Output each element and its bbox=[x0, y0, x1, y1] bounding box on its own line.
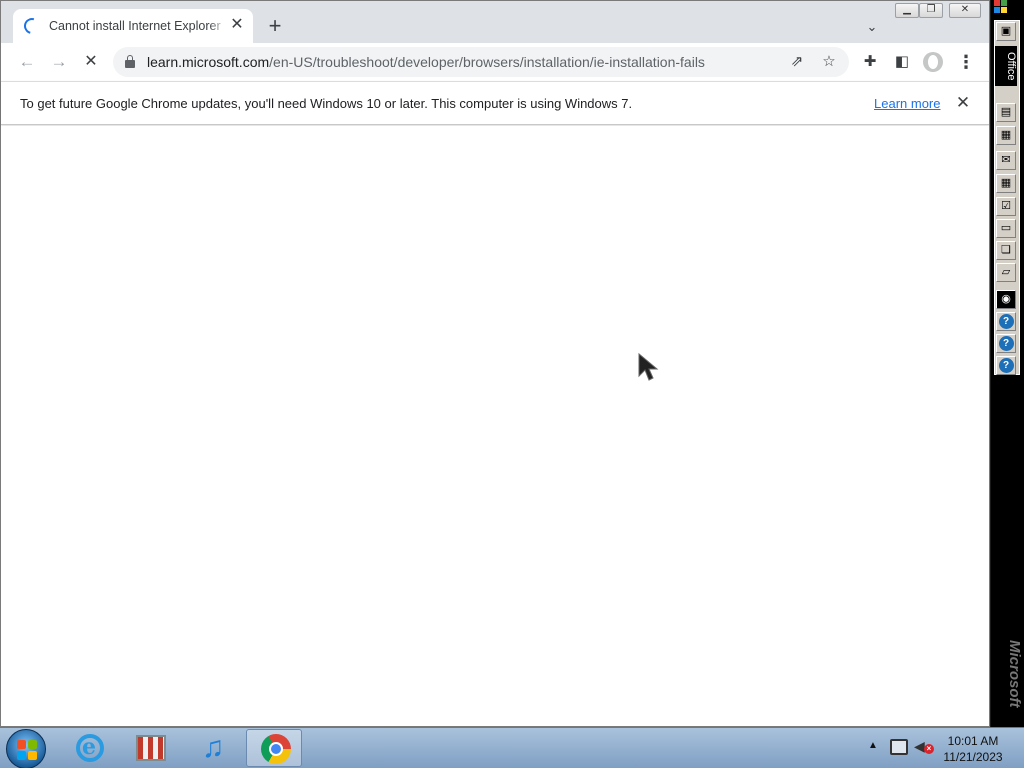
taskbar-google-chrome[interactable] bbox=[246, 729, 302, 767]
tab-active[interactable]: Cannot install Internet Explorer 11 ✕ bbox=[13, 9, 253, 43]
taskbar: ♫ ▲ ◀× 10:01 AM 11/21/2023 bbox=[0, 727, 1024, 768]
tab-strip: Cannot install Internet Explorer 11 ✕ + … bbox=[1, 1, 989, 43]
learn-more-link[interactable]: Learn more bbox=[874, 96, 940, 111]
stop-loading-icon[interactable]: ✕ bbox=[79, 51, 103, 73]
help-icon[interactable]: ? bbox=[996, 356, 1016, 375]
office-label: Office bbox=[995, 46, 1017, 86]
windows-logo-icon bbox=[17, 740, 37, 760]
browser-toolbar: ← → ✕ learn.microsoft.com/en-US/troubles… bbox=[1, 43, 989, 81]
help-icon[interactable]: ? bbox=[996, 334, 1016, 353]
open-document-icon[interactable]: ▦ bbox=[996, 126, 1016, 145]
share-icon[interactable]: ⇗ bbox=[787, 52, 807, 72]
url-path: /en-US/troubleshoot/developer/browsers/i… bbox=[269, 54, 705, 70]
loading-spinner-icon bbox=[21, 15, 43, 37]
clock-time: 10:01 AM bbox=[947, 734, 999, 748]
forward-arrow-icon[interactable]: → bbox=[47, 51, 71, 73]
office-menu-icon[interactable]: ▣ bbox=[996, 22, 1016, 41]
system-clock[interactable]: 10:01 AM 11/21/2023 bbox=[940, 733, 1006, 765]
office-logo-icon bbox=[994, 0, 1008, 14]
update-infobar: To get future Google Chrome updates, you… bbox=[1, 81, 989, 125]
chrome-icon bbox=[261, 734, 291, 764]
more-menu-icon[interactable]: ⋮ bbox=[955, 51, 977, 73]
task-icon[interactable]: ☑ bbox=[996, 197, 1016, 216]
journal-icon[interactable]: ❏ bbox=[996, 241, 1016, 260]
infobar-close-icon[interactable]: ✕ bbox=[953, 93, 973, 113]
office-shortcut-bar: ▣ Office ▤ ▦ ✉ ▦ ☑ ▭ ❏ ▱ ◉ ? ? ? bbox=[991, 0, 1024, 727]
back-arrow-icon[interactable]: ← bbox=[15, 51, 39, 73]
page-content bbox=[1, 126, 989, 726]
lock-icon[interactable] bbox=[125, 55, 135, 68]
new-tab-button[interactable]: + bbox=[263, 15, 287, 39]
infobar-message: To get future Google Chrome updates, you… bbox=[20, 96, 633, 111]
clock-date: 11/21/2023 bbox=[943, 750, 1003, 764]
music-note-icon: ♫ bbox=[201, 731, 225, 764]
appointment-icon[interactable]: ▦ bbox=[996, 174, 1016, 193]
tab-title: Cannot install Internet Explorer 11 bbox=[49, 19, 223, 33]
side-panel-icon[interactable]: ◧ bbox=[891, 51, 913, 73]
network-icon[interactable] bbox=[890, 739, 908, 755]
tab-close-icon[interactable]: ✕ bbox=[227, 15, 247, 35]
new-document-icon[interactable]: ▤ bbox=[996, 103, 1016, 122]
restore-button[interactable]: ❐ bbox=[919, 3, 943, 18]
office-tool-icon[interactable]: ◉ bbox=[996, 290, 1016, 309]
help-icon[interactable]: ? bbox=[996, 312, 1016, 331]
address-bar[interactable]: learn.microsoft.com/en-US/troubleshoot/d… bbox=[113, 47, 849, 77]
profile-avatar[interactable] bbox=[923, 52, 943, 72]
taskbar-store[interactable] bbox=[122, 729, 178, 767]
taskbar-internet-explorer[interactable] bbox=[62, 729, 118, 767]
send-message-icon[interactable]: ✉ bbox=[996, 151, 1016, 170]
show-hidden-icons-icon[interactable]: ▲ bbox=[868, 740, 878, 751]
store-icon bbox=[136, 735, 166, 761]
minimize-button[interactable]: ▁ bbox=[895, 3, 919, 18]
taskbar-itunes[interactable]: ♫ bbox=[184, 729, 240, 767]
url-text[interactable]: learn.microsoft.com/en-US/troubleshoot/d… bbox=[147, 54, 705, 70]
contact-icon[interactable]: ▭ bbox=[996, 219, 1016, 238]
browser-window: Cannot install Internet Explorer 11 ✕ + … bbox=[0, 0, 990, 727]
bookmark-star-icon[interactable]: ☆ bbox=[819, 52, 839, 72]
url-host: learn.microsoft.com bbox=[147, 54, 270, 70]
close-window-button[interactable]: ✕ bbox=[949, 3, 981, 18]
note-icon[interactable]: ▱ bbox=[996, 263, 1016, 282]
internet-explorer-icon bbox=[76, 734, 104, 762]
tab-search-button[interactable]: ⌄ bbox=[861, 17, 883, 37]
extensions-puzzle-icon[interactable]: ✚ bbox=[859, 51, 881, 73]
start-button[interactable] bbox=[6, 729, 46, 768]
volume-muted-icon[interactable]: ◀ × bbox=[914, 738, 934, 756]
mouse-cursor-icon bbox=[638, 352, 659, 381]
microsoft-brand-label: Microsoft bbox=[1006, 640, 1023, 708]
